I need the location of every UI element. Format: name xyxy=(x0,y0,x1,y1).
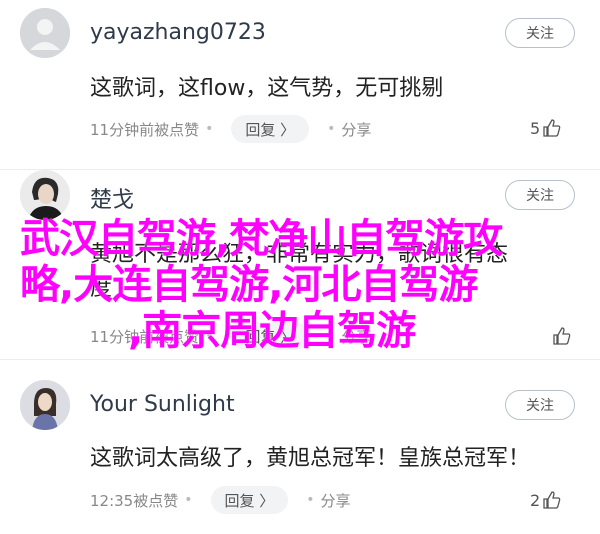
like-button[interactable] xyxy=(550,326,572,346)
comment-text: 这歌词太高级了，黄旭总冠军！皇族总冠军！ xyxy=(90,446,531,471)
thumbs-up-icon xyxy=(543,119,561,137)
thumbs-up-icon xyxy=(543,491,561,509)
avatar[interactable] xyxy=(20,8,70,58)
reply-button[interactable]: 回复 〉 xyxy=(210,486,289,514)
like-button[interactable]: 2 xyxy=(530,490,562,510)
dot-icon: • xyxy=(306,492,315,508)
comment-meta: 12:35被点赞 • 回复 〉 • 分享 xyxy=(90,486,351,514)
comment-text: 这歌词，这flow，这气势，无可挑剔 xyxy=(90,76,444,101)
timestamp: 12:35被点赞 xyxy=(90,491,179,510)
default-avatar-icon xyxy=(20,8,70,58)
like-count: 5 xyxy=(530,118,541,138)
username[interactable]: Your Sunlight xyxy=(90,392,235,417)
user-photo-icon xyxy=(20,380,70,430)
comment-item: Your Sunlight 关注 这歌词太高级了，黄旭总冠军！皇族总冠军！ 12… xyxy=(0,360,600,534)
share-button[interactable]: 分享 xyxy=(341,119,371,140)
like-count: 2 xyxy=(530,490,541,510)
follow-button[interactable]: 关注 xyxy=(505,390,575,420)
avatar[interactable] xyxy=(20,380,70,430)
dot-icon: • xyxy=(327,121,336,137)
overlay-text-line3: ,南京周边自驾游 xyxy=(128,308,416,354)
username[interactable]: yayazhang0723 xyxy=(90,20,266,45)
like-button[interactable]: 5 xyxy=(530,118,562,138)
reply-button[interactable]: 回复 〉 xyxy=(231,115,310,143)
timestamp: 11分钟前被点赞 xyxy=(90,120,200,139)
follow-button[interactable]: 关注 xyxy=(505,18,575,48)
dot-icon: • xyxy=(184,492,193,508)
dot-icon: • xyxy=(205,121,214,137)
comment-item: yayazhang0723 关注 这歌词，这flow，这气势，无可挑剔 11分钟… xyxy=(0,0,600,170)
comment-meta: 11分钟前被点赞 • 回复 〉 • 分享 xyxy=(90,115,371,143)
thumbs-up-icon xyxy=(553,327,571,345)
share-button[interactable]: 分享 xyxy=(321,490,351,511)
follow-button[interactable]: 关注 xyxy=(505,180,575,210)
